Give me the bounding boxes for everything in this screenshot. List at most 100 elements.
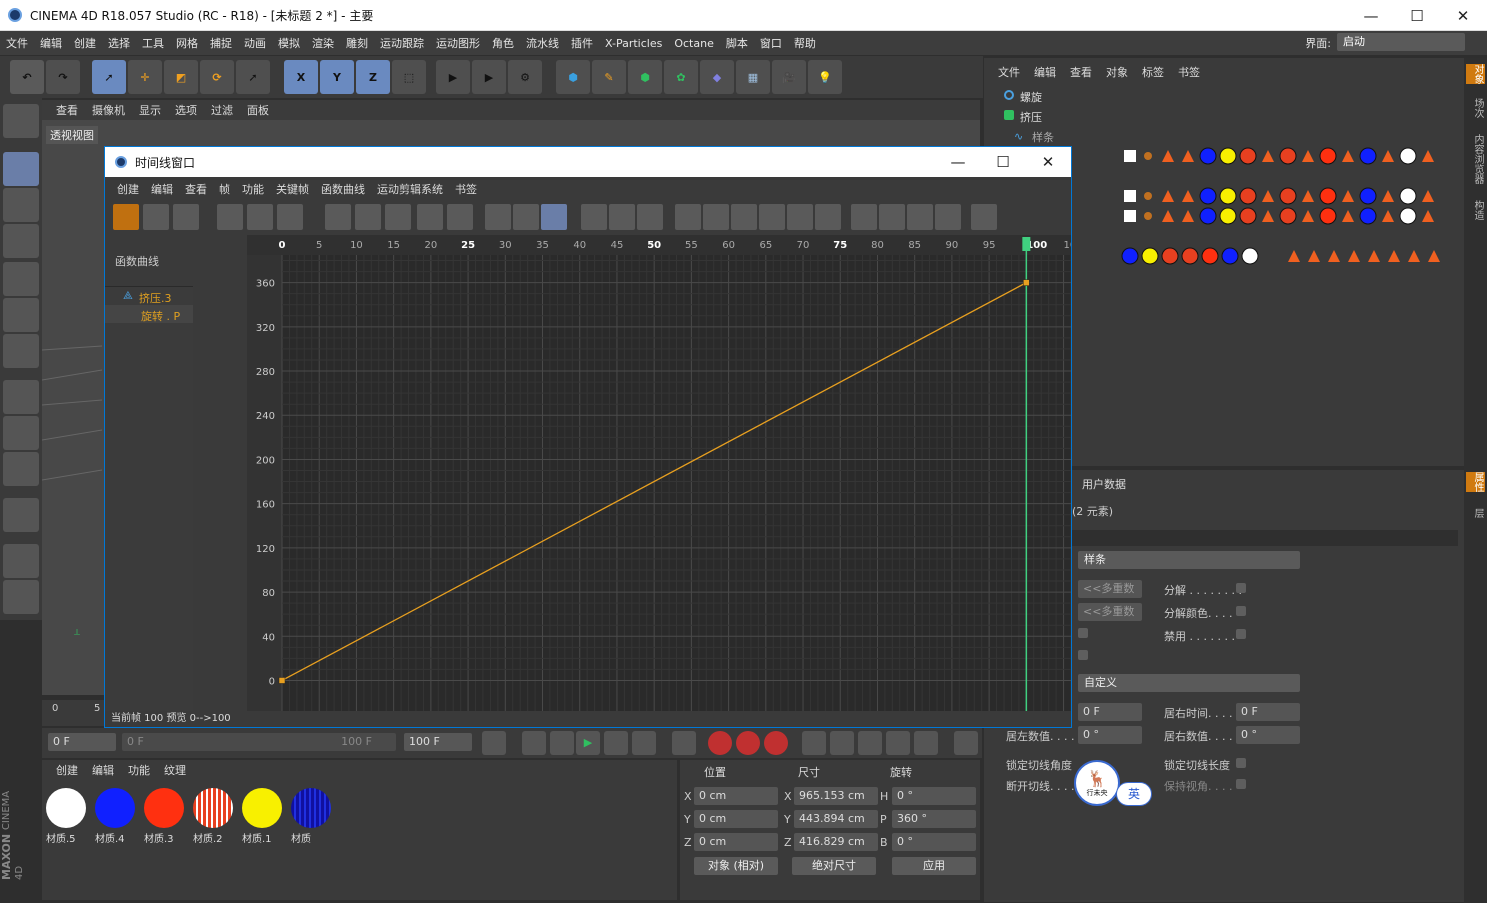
ime-avatar[interactable]: 🦌 行未央 <box>1074 760 1120 806</box>
tl-menu-function[interactable]: 功能 <box>242 181 264 197</box>
y-axis-toggle[interactable]: Y <box>320 60 354 94</box>
render-settings-icon[interactable]: ⚙ <box>508 60 542 94</box>
size-x-field[interactable]: 965.153 cm <box>794 787 878 805</box>
attr-right-time-field[interactable]: 0 F <box>1236 703 1300 721</box>
lock-tangent-icon[interactable] <box>907 204 933 230</box>
om-menu-view[interactable]: 查看 <box>1070 64 1092 80</box>
mat-menu-edit[interactable]: 编辑 <box>92 762 114 778</box>
move-icon[interactable]: ✛ <box>128 60 162 94</box>
tab-objects[interactable]: 对象 <box>1466 64 1485 84</box>
attr-right-value-field[interactable]: 0 ° <box>1236 726 1300 744</box>
tangent-lock-icon[interactable] <box>731 204 757 230</box>
material-swatch[interactable]: 材质.1 <box>240 786 284 846</box>
axis-mode-icon[interactable] <box>3 380 39 414</box>
menu-sculpt[interactable]: 雕刻 <box>346 35 368 51</box>
lock-time-icon[interactable] <box>851 204 877 230</box>
workplane-icon[interactable] <box>3 224 39 258</box>
tab-content-browser[interactable]: 内容浏览器 <box>1466 134 1485 184</box>
tangent-angle-icon[interactable] <box>703 204 729 230</box>
fcurve-mode-icon[interactable] <box>143 204 169 230</box>
x-axis-toggle[interactable]: X <box>284 60 318 94</box>
frame-selected-icon[interactable] <box>247 204 273 230</box>
mat-menu-create[interactable]: 创建 <box>56 762 78 778</box>
om-menu-file[interactable]: 文件 <box>998 64 1020 80</box>
tl-menu-create[interactable]: 创建 <box>117 181 139 197</box>
key-scale-icon[interactable] <box>830 731 854 755</box>
end-frame-field[interactable]: 100 F <box>404 733 472 751</box>
timeline-minimize-button[interactable]: — <box>935 147 981 177</box>
key-pla-icon[interactable] <box>914 731 938 755</box>
keyframe-selection-icon[interactable] <box>764 731 788 755</box>
attr-left-time-field[interactable]: 0 F <box>1078 703 1142 721</box>
menu-snap[interactable]: 捕捉 <box>210 35 232 51</box>
attr-multi-field-1[interactable]: <<多重数 <box>1078 580 1142 598</box>
menu-window[interactable]: 窗口 <box>760 35 782 51</box>
tangent-auto-icon[interactable] <box>815 204 841 230</box>
attr-split-checkbox[interactable] <box>1236 583 1246 593</box>
coord-mode-select[interactable]: 对象 (相对) <box>694 857 778 875</box>
layout-select[interactable]: 启动 <box>1337 33 1465 51</box>
size-z-field[interactable]: 416.829 cm <box>794 833 878 851</box>
snap-icon[interactable] <box>3 452 39 486</box>
coordinate-system-icon[interactable]: ⬚ <box>392 60 426 94</box>
material-swatch[interactable]: 材质.4 <box>93 786 137 846</box>
spline-soft-icon[interactable] <box>485 204 511 230</box>
tangent-zero-icon[interactable] <box>675 204 701 230</box>
tangent-break-icon[interactable] <box>759 204 785 230</box>
frame-ruler[interactable]: 0 5 <box>42 700 104 726</box>
size-y-field[interactable]: 443.894 cm <box>794 810 878 828</box>
tab-structure[interactable]: 构造 <box>1466 200 1485 220</box>
menu-tools[interactable]: 工具 <box>142 35 164 51</box>
floor-icon[interactable]: ▦ <box>736 60 770 94</box>
texture-mode-icon[interactable] <box>3 188 39 222</box>
om-menu-edit[interactable]: 编辑 <box>1034 64 1056 80</box>
viewport-menu-filter[interactable]: 过滤 <box>211 102 233 118</box>
light-icon[interactable]: 💡 <box>808 60 842 94</box>
menu-plugins[interactable]: 插件 <box>571 35 593 51</box>
add-key-icon[interactable] <box>325 204 351 230</box>
menu-mograph[interactable]: 运动图形 <box>436 35 480 51</box>
material-swatch[interactable]: 材质 <box>289 786 333 846</box>
z-axis-toggle[interactable]: Z <box>356 60 390 94</box>
attr-custom-dropdown[interactable]: 自定义 <box>1078 674 1300 692</box>
play-icon[interactable]: ▶ <box>576 731 600 755</box>
make-editable-icon[interactable] <box>3 104 39 138</box>
cube-icon[interactable]: ⬢ <box>556 60 590 94</box>
tl-menu-key[interactable]: 关键帧 <box>276 181 309 197</box>
attr-spline-dropdown[interactable]: 样条 <box>1078 551 1300 569</box>
ease-out-icon[interactable] <box>609 204 635 230</box>
live-select-icon[interactable]: ➚ <box>236 60 270 94</box>
menu-animate[interactable]: 动画 <box>244 35 266 51</box>
next-key-icon[interactable] <box>632 731 656 755</box>
material-swatch[interactable]: 材质.2 <box>191 786 235 846</box>
menu-script[interactable]: 脚本 <box>726 35 748 51</box>
menu-motion-tracker[interactable]: 运动跟踪 <box>380 35 424 51</box>
viewport-menu-cameras[interactable]: 摄像机 <box>92 102 125 118</box>
attr-keep-view-checkbox[interactable] <box>1236 779 1246 789</box>
menu-render[interactable]: 渲染 <box>312 35 334 51</box>
spline-linear-icon[interactable] <box>541 204 567 230</box>
rotate-icon[interactable]: ⟳ <box>200 60 234 94</box>
frame-all-icon[interactable] <box>217 204 243 230</box>
go-to-end-icon[interactable] <box>672 731 696 755</box>
attr-multi-field-2[interactable]: <<多重数 <box>1078 603 1142 621</box>
go-to-start-icon[interactable] <box>482 731 506 755</box>
mat-menu-function[interactable]: 功能 <box>128 762 150 778</box>
om-menu-tags[interactable]: 标签 <box>1142 64 1164 80</box>
maximize-button[interactable]: ☐ <box>1394 0 1440 31</box>
attr-checkbox-a[interactable] <box>1078 628 1088 638</box>
fcurve-graph[interactable]: 0 5 10 15 20 25 30 35 40 45 50 55 60 65 70 75 80 85 90 95 10… <box>247 235 1071 711</box>
tl-menu-edit[interactable]: 编辑 <box>151 181 173 197</box>
record-time-icon[interactable] <box>971 204 997 230</box>
viewport-menu-display[interactable]: 显示 <box>139 102 161 118</box>
frame-range-slider[interactable]: 0 F 100 F <box>122 733 396 751</box>
tab-takes[interactable]: 场次 <box>1466 98 1485 118</box>
prev-key-icon[interactable] <box>522 731 546 755</box>
tl-menu-bookmarks[interactable]: 书签 <box>455 181 477 197</box>
tab-attributes[interactable]: 属性 <box>1466 472 1485 492</box>
tweak-mode-icon[interactable] <box>3 416 39 450</box>
position-y-field[interactable]: 0 cm <box>694 810 778 828</box>
apply-button[interactable]: 应用 <box>892 857 976 875</box>
autokey-icon[interactable] <box>736 731 760 755</box>
tl-menu-view[interactable]: 查看 <box>185 181 207 197</box>
